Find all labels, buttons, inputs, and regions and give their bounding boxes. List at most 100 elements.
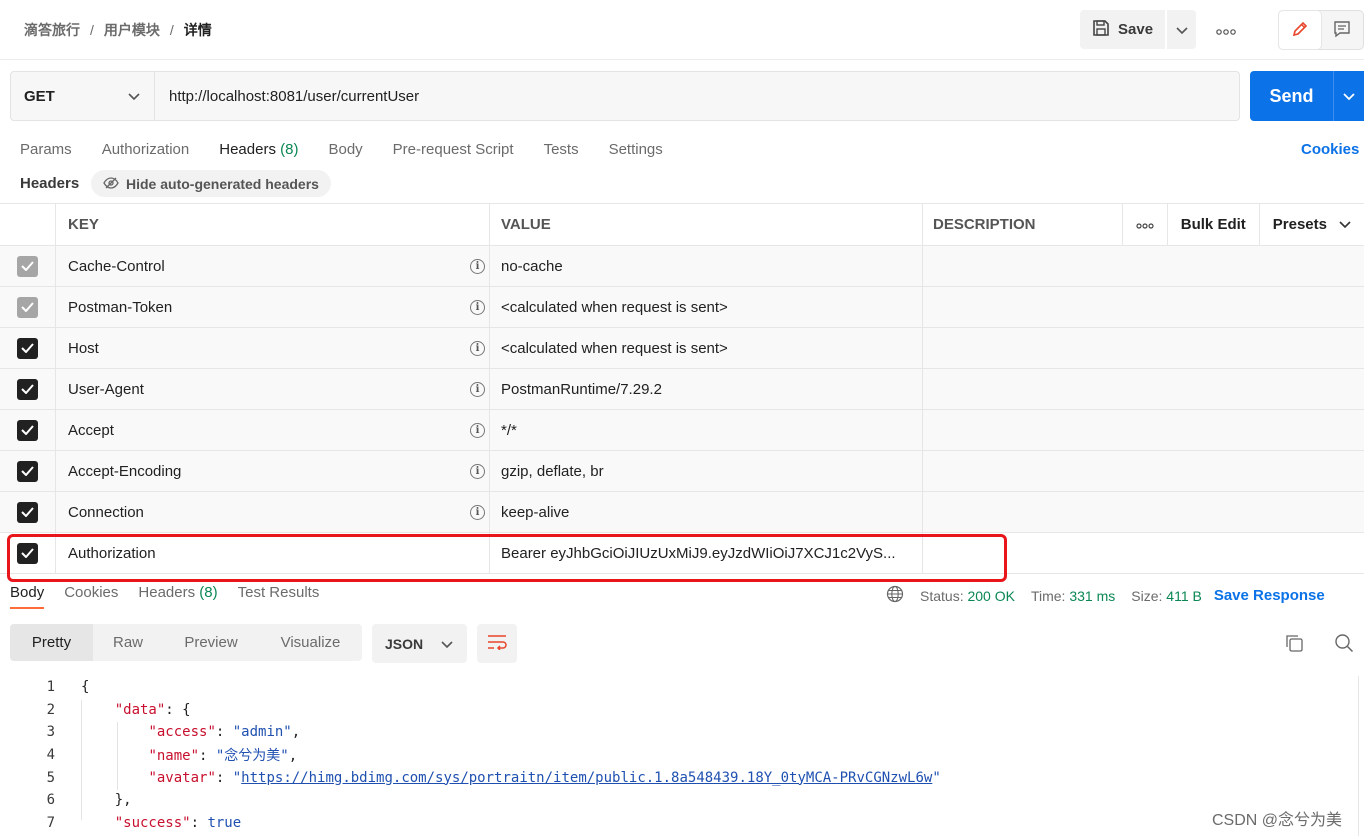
info-icon[interactable]: i xyxy=(470,299,485,315)
header-value-cell[interactable]: gzip, deflate, br xyxy=(490,451,923,491)
header-enable-checkbox[interactable] xyxy=(17,296,38,318)
comments-mode-button[interactable] xyxy=(1321,11,1363,49)
header-description-cell[interactable] xyxy=(923,533,1364,573)
header-value-cell[interactable]: keep-alive xyxy=(490,492,923,532)
hide-auto-generated-headers-button[interactable]: Hide auto-generated headers xyxy=(91,170,331,197)
info-icon[interactable]: i xyxy=(470,422,485,438)
header-value-cell[interactable]: Bearer eyJhbGciOiJIUzUxMiJ9.eyJzdWIiOiJ7… xyxy=(490,533,923,573)
header-value-cell[interactable]: PostmanRuntime/7.29.2 xyxy=(490,369,923,409)
status-info[interactable]: Status: 200 OK xyxy=(920,588,1015,604)
header-enable-checkbox[interactable] xyxy=(17,542,38,564)
code-text: "access": "admin", xyxy=(148,724,301,741)
info-icon[interactable]: i xyxy=(470,504,485,520)
header-description-cell[interactable] xyxy=(923,451,1364,491)
wrap-lines-button[interactable] xyxy=(477,624,517,663)
breadcrumb-item-folder[interactable]: 用户模块 xyxy=(104,20,160,40)
header-description-cell[interactable] xyxy=(923,492,1364,532)
tab-response-cookies[interactable]: Cookies xyxy=(64,584,118,606)
request-tabs: Params Authorization Headers (8) Body Pr… xyxy=(20,140,693,172)
header-value-cell[interactable]: */* xyxy=(490,410,923,450)
view-tab-visualize[interactable]: Visualize xyxy=(259,624,362,661)
header-enable-checkbox[interactable] xyxy=(17,337,38,359)
header-enable-checkbox[interactable] xyxy=(17,378,38,400)
send-dropdown-button[interactable] xyxy=(1334,71,1364,121)
presets-dropdown[interactable]: Presets xyxy=(1258,204,1364,245)
method-select[interactable]: GET xyxy=(11,72,155,120)
globe-icon[interactable] xyxy=(886,585,904,606)
header-key-cell[interactable]: User-Agent i xyxy=(56,369,490,409)
header-description-cell[interactable] xyxy=(923,410,1364,450)
header-enable-checkbox[interactable] xyxy=(17,460,38,482)
breadcrumb-item-request[interactable]: 详情 xyxy=(184,20,212,40)
send-button[interactable]: Send xyxy=(1250,71,1334,121)
header-key: User-Agent xyxy=(68,380,144,398)
column-header-description-label: DESCRIPTION xyxy=(933,216,1036,233)
view-tab-pretty[interactable]: Pretty xyxy=(10,624,93,661)
save-button[interactable]: Save xyxy=(1080,10,1165,49)
url-input[interactable]: http://localhost:8081/user/currentUser xyxy=(155,72,419,120)
header-description-cell[interactable] xyxy=(923,287,1364,327)
tab-tests[interactable]: Tests xyxy=(544,140,579,170)
tab-settings[interactable]: Settings xyxy=(609,140,663,170)
header-enable-checkbox[interactable] xyxy=(17,501,38,523)
header-key-cell[interactable]: Cache-Control i xyxy=(56,246,490,286)
header-enable-checkbox[interactable] xyxy=(17,255,38,277)
cookies-link[interactable]: Cookies xyxy=(1301,141,1359,158)
scrollbar[interactable] xyxy=(1358,676,1359,836)
header-description-cell[interactable] xyxy=(923,328,1364,368)
table-row: Cache-Control i no-cache xyxy=(0,246,1364,287)
search-icon[interactable] xyxy=(1334,633,1354,656)
tab-params[interactable]: Params xyxy=(20,140,72,170)
header-key-cell[interactable]: Accept i xyxy=(56,410,490,450)
info-icon[interactable]: i xyxy=(470,258,485,274)
line-number: 7 xyxy=(46,814,55,831)
breadcrumb-item-collection[interactable]: 滴答旅行 xyxy=(24,20,80,40)
tab-response-body[interactable]: Body xyxy=(10,584,45,609)
header-key-cell[interactable]: Connection i xyxy=(56,492,490,532)
save-response-button[interactable]: Save Response xyxy=(1214,587,1325,604)
format-select[interactable]: JSON xyxy=(372,624,467,663)
tab-response-headers[interactable]: Headers (8) xyxy=(138,584,217,606)
tab-pre-request-script[interactable]: Pre-request Script xyxy=(393,140,514,170)
header-value-cell[interactable]: no-cache xyxy=(490,246,923,286)
indent-guide xyxy=(117,722,118,790)
column-options-button[interactable] xyxy=(1121,204,1167,245)
avatar-url-link[interactable]: https://himg.bdimg.com/sys/portraitn/ite… xyxy=(241,770,932,786)
view-tab-preview[interactable]: Preview xyxy=(163,624,259,661)
tab-test-results[interactable]: Test Results xyxy=(238,584,320,606)
column-header-description: DESCRIPTION Bulk Edit Presets xyxy=(923,204,1364,245)
header-value-cell[interactable]: <calculated when request is sent> xyxy=(490,287,923,327)
time-info[interactable]: Time: 331 ms xyxy=(1031,588,1115,604)
wrap-lines-icon xyxy=(487,634,507,653)
header-key-cell[interactable]: Host i xyxy=(56,328,490,368)
info-icon[interactable]: i xyxy=(470,340,485,356)
header-key-cell[interactable]: Authorization xyxy=(56,533,490,573)
header-description-cell[interactable] xyxy=(923,246,1364,286)
tab-body[interactable]: Body xyxy=(328,140,362,170)
header-enable-checkbox[interactable] xyxy=(17,419,38,441)
info-icon[interactable]: i xyxy=(470,463,485,479)
tab-authorization[interactable]: Authorization xyxy=(102,140,190,170)
copy-icon[interactable] xyxy=(1284,633,1304,656)
response-view-tabs: Pretty Raw Preview Visualize xyxy=(10,624,362,661)
time-label: Time: xyxy=(1030,587,1066,604)
bulk-edit-button[interactable]: Bulk Edit xyxy=(1166,204,1259,245)
header-key-cell[interactable]: Accept-Encoding i xyxy=(56,451,490,491)
code-text: "name": "念兮为美", xyxy=(148,748,298,765)
header-description-cell[interactable] xyxy=(923,369,1364,409)
code-line: 3 "access": "admin", xyxy=(0,721,1364,744)
header-key: Accept xyxy=(68,421,114,439)
table-row: Accept-Encoding i gzip, deflate, br xyxy=(0,451,1364,492)
view-tab-raw[interactable]: Raw xyxy=(93,624,163,661)
tab-headers[interactable]: Headers (8) xyxy=(219,140,299,172)
save-dropdown-button[interactable] xyxy=(1167,10,1196,49)
more-options-button[interactable] xyxy=(1212,18,1240,42)
size-info[interactable]: Size: 411 B xyxy=(1131,588,1202,604)
breadcrumb-separator: / xyxy=(169,22,174,38)
code-line: 1{ xyxy=(0,676,1364,699)
response-body-code[interactable]: 1{ 2 "data": { 3 "access": "admin", 4 "n… xyxy=(0,676,1364,836)
header-key-cell[interactable]: Postman-Token i xyxy=(56,287,490,327)
header-value-cell[interactable]: <calculated when request is sent> xyxy=(490,328,923,368)
edit-mode-button[interactable] xyxy=(1279,11,1321,49)
info-icon[interactable]: i xyxy=(470,381,485,397)
